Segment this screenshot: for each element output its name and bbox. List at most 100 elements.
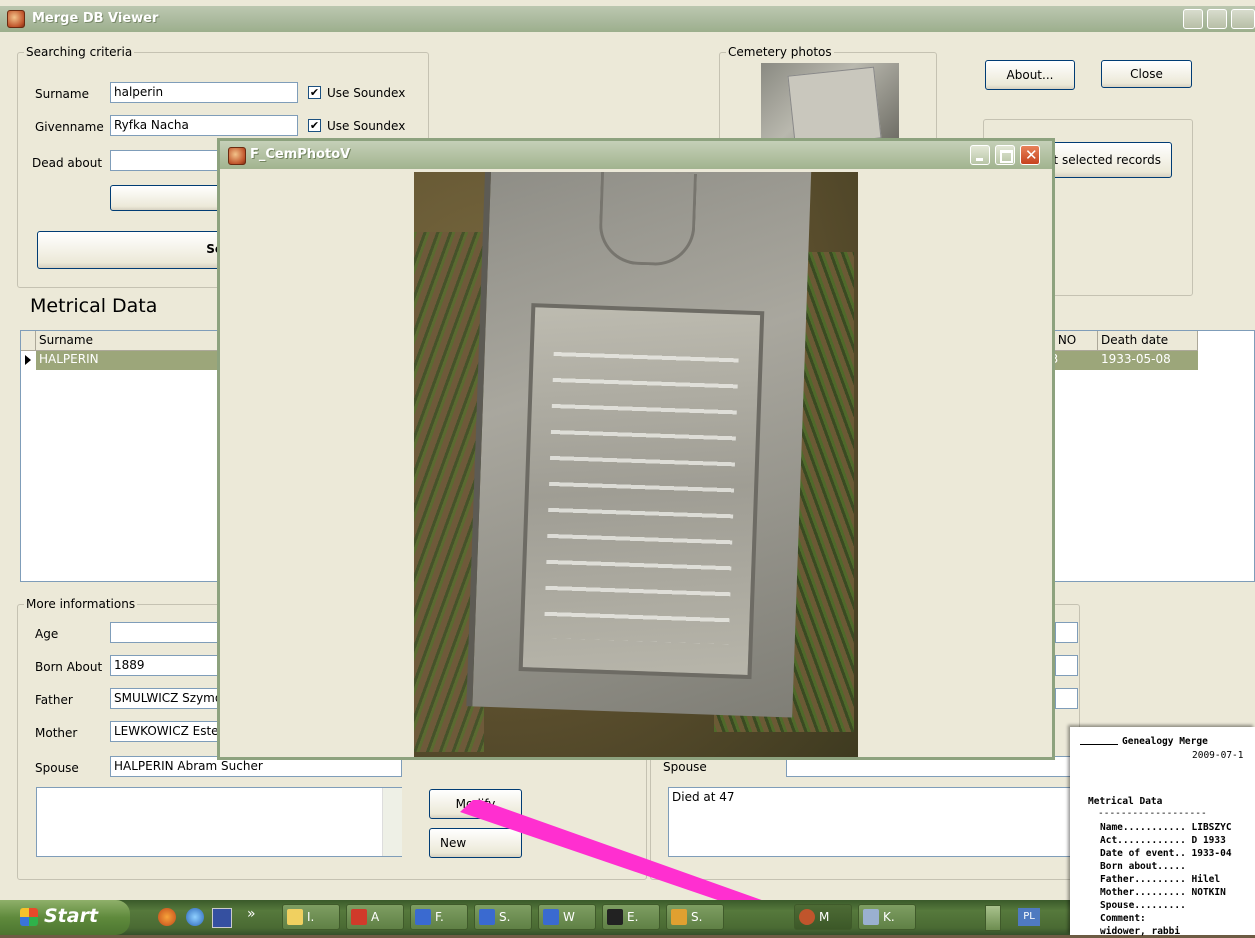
surname-label: Surname <box>35 87 89 101</box>
more-info-label: More informations <box>24 597 138 611</box>
comment-textarea[interactable] <box>36 787 402 857</box>
surname-soundex-checkbox[interactable]: ✔ <box>308 86 321 99</box>
minimize-button[interactable] <box>1183 9 1203 29</box>
gravestone-photo[interactable] <box>414 172 858 757</box>
ict-icon <box>607 909 623 925</box>
taskbar-item-9[interactable]: K. <box>858 904 916 930</box>
taskbar-item-8-active[interactable]: M <box>794 904 852 930</box>
taskbar-item-1-label: I. <box>307 910 315 924</box>
taskbar-item-7-label: S. <box>691 910 703 924</box>
firefox-icon[interactable] <box>158 908 176 926</box>
report-line: Comment: <box>1100 913 1146 924</box>
taskbar-item-4-label: S. <box>499 910 511 924</box>
search-button[interactable]: Se <box>37 231 232 269</box>
minimize-icon <box>976 158 983 161</box>
givenname-input[interactable]: Ryfka Nacha <box>110 115 298 136</box>
taskbar-item-5-label: W <box>563 910 575 924</box>
column-header-surname[interactable]: Surname <box>36 331 226 351</box>
about-button[interactable]: About... <box>985 60 1075 90</box>
secondary-search-button[interactable] <box>110 185 230 211</box>
taskbar-item-9-label: K. <box>883 910 895 924</box>
cemetery-photo-thumbnail[interactable] <box>761 63 899 148</box>
popup-title-bar[interactable]: F_CemPhotoV ✕ <box>220 141 1052 169</box>
search-group-label: Searching criteria <box>24 45 135 59</box>
language-indicator[interactable]: PL <box>1018 908 1040 926</box>
taskbar-scroll-arrows[interactable] <box>985 905 1001 931</box>
inscription-panel <box>518 303 765 680</box>
popup-maximize-button[interactable] <box>995 145 1015 165</box>
popup-close-button[interactable]: ✕ <box>1020 145 1040 165</box>
close-window-button[interactable] <box>1231 9 1255 29</box>
mother-input[interactable]: LEWKOWICZ Este <box>110 721 220 742</box>
word-icon <box>479 909 495 925</box>
report-header: Genealogy Merge <box>1122 736 1208 747</box>
mother-label: Mother <box>35 726 78 740</box>
taskbar-item-5[interactable]: W <box>538 904 596 930</box>
export-selected-button[interactable]: t selected records <box>1040 142 1172 178</box>
cemetery-photos-label: Cemetery photos <box>726 45 834 59</box>
right-spouse-label: Spouse <box>663 760 707 774</box>
age-input[interactable] <box>110 622 220 643</box>
main-title-bar[interactable]: Merge DB Viewer <box>0 6 1255 32</box>
popup-title: F_CemPhotoV <box>250 147 351 162</box>
taskbar-item-2[interactable]: A <box>346 904 404 930</box>
maximize-button[interactable] <box>1207 9 1227 29</box>
taskbar: Start » I. A F. S. W E. S. M K. PL <box>0 900 1255 935</box>
born-about-label: Born About <box>35 660 103 674</box>
row-indicator <box>21 351 36 370</box>
taskbar-item-3-label: F. <box>435 910 444 924</box>
merge-db-icon <box>799 909 815 925</box>
comment-scrollbar[interactable] <box>382 788 402 856</box>
report-line: Spouse......... <box>1100 900 1186 911</box>
right-field-1[interactable] <box>1055 622 1078 643</box>
candelabra-carving <box>597 172 698 267</box>
dead-about-input[interactable] <box>110 150 230 171</box>
grid-corner <box>21 331 36 351</box>
close-button[interactable]: Close <box>1101 60 1192 88</box>
givenname-soundex-label: Use Soundex <box>327 119 406 133</box>
spouse-label: Spouse <box>35 761 79 775</box>
surname-input[interactable]: halperin <box>110 82 298 103</box>
taskbar-item-7[interactable]: S. <box>666 904 724 930</box>
taskbar-item-1[interactable]: I. <box>282 904 340 930</box>
right-field-2[interactable] <box>1055 655 1078 676</box>
column-header-death-date[interactable]: Death date <box>1098 331 1198 351</box>
taskbar-item-4[interactable]: S. <box>474 904 532 930</box>
report-line: Act............ D 1933 <box>1100 835 1226 846</box>
start-button[interactable]: Start <box>0 900 130 935</box>
report-line: Born about..... <box>1100 861 1186 872</box>
app-icon-small <box>671 909 687 925</box>
word-icon <box>543 909 559 925</box>
cell-death-date[interactable]: 1933-05-08 <box>1098 351 1198 370</box>
overflow-chevron-icon[interactable]: » <box>247 906 256 922</box>
givenname-soundex-checkbox[interactable]: ✔ <box>308 119 321 132</box>
metrical-title: Metrical Data <box>30 295 158 317</box>
taskbar-item-6[interactable]: E. <box>602 904 660 930</box>
report-date: 2009-07-1 <box>1192 750 1244 761</box>
notepad-icon <box>863 909 879 925</box>
windows-logo-icon <box>20 908 38 926</box>
ie-icon[interactable] <box>186 908 204 926</box>
folder-icon <box>287 909 303 925</box>
father-input[interactable]: SMULWICZ Szymo <box>110 688 220 709</box>
inscription-text <box>543 337 740 645</box>
report-rule: ------------------- <box>1098 808 1207 819</box>
cell-surname[interactable]: HALPERIN <box>36 351 226 370</box>
report-line: Father......... Hilel <box>1100 874 1221 885</box>
popup-minimize-button[interactable] <box>970 145 990 165</box>
taskbar-item-6-label: E. <box>627 910 639 924</box>
report-line: Date of event.. 1933-04 <box>1100 848 1232 859</box>
taskbar-item-8-label: M <box>819 910 830 924</box>
save-icon[interactable] <box>212 908 232 928</box>
maximize-icon <box>1000 150 1013 163</box>
taskbar-item-3[interactable]: F. <box>410 904 468 930</box>
right-field-3[interactable] <box>1055 688 1078 709</box>
popup-app-icon <box>228 147 246 165</box>
acrobat-icon <box>351 909 367 925</box>
taskbar-item-2-label: A <box>371 910 380 924</box>
born-about-input[interactable]: 1889 <box>110 655 220 676</box>
main-title: Merge DB Viewer <box>32 11 159 26</box>
givenname-label: Givenname <box>35 120 104 134</box>
age-label: Age <box>35 627 59 641</box>
thumbnail-stone <box>787 66 882 148</box>
